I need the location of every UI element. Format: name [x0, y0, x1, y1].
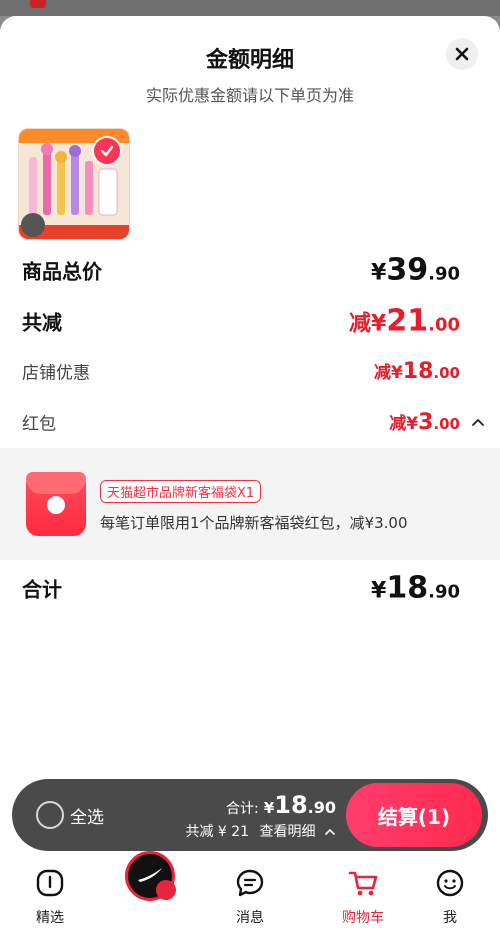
sum-decimal: .90: [428, 581, 460, 603]
profile-icon: [436, 869, 464, 897]
total-price-decimal: .90: [428, 263, 460, 285]
cart-icon: [348, 871, 378, 896]
chevron-up-icon: [325, 828, 335, 835]
bottom-tab-bar: 精选 消息 购物车 我: [0, 851, 500, 931]
tab-live[interactable]: [125, 851, 176, 901]
check-icon: [100, 145, 114, 157]
select-all-checkbox[interactable]: [36, 801, 64, 829]
bar-sum-decimal: .90: [307, 798, 336, 817]
bar-sum-key: 合计:: [226, 801, 259, 817]
sum-amount: ¥18.90: [371, 571, 460, 606]
red-packet-label: 红包: [22, 414, 56, 435]
select-all-label[interactable]: 全选: [70, 803, 104, 828]
bar-reduce-detail[interactable]: 共减 ¥ 21 查看明细: [185, 821, 336, 841]
total-reduce-prefix: 减¥: [349, 311, 387, 337]
view-detail-link[interactable]: 查看明细: [260, 824, 316, 840]
total-reduce-integer: 21: [386, 303, 429, 339]
message-icon: [236, 869, 264, 897]
total-price-integer: 39: [386, 252, 429, 288]
close-icon: [455, 47, 469, 61]
coupon-detail-panel: 天猫超市品牌新客福袋X1 每笔订单限用1个品牌新客福袋红包，减¥3.00: [0, 448, 500, 560]
bar-sum: 合计: ¥18.90: [226, 791, 336, 819]
sheet-subtitle: 实际优惠金额请以下单页为准: [145, 86, 354, 105]
coupon-description: 每笔订单限用1个品牌新客福袋红包，减¥3.00: [100, 514, 408, 532]
total-price-row: 商品总价 ¥39.90: [22, 252, 460, 288]
close-button[interactable]: [446, 38, 478, 70]
store-discount-label: 店铺优惠: [22, 363, 90, 384]
tab-messages[interactable]: 消息: [210, 857, 290, 927]
total-reduce-decimal: .00: [428, 314, 460, 336]
bar-sum-integer: 18: [274, 791, 308, 819]
tab-cart-label: 购物车: [342, 910, 384, 926]
store-discount-decimal: .00: [433, 364, 460, 382]
home-icon: [36, 869, 64, 897]
live-badge: [156, 880, 176, 900]
sum-integer: 18: [386, 570, 429, 606]
dimmed-background: [0, 0, 500, 16]
tab-messages-label: 消息: [236, 910, 264, 926]
checkout-bar: 全选 合计: ¥18.90 共减 ¥ 21 查看明细 结算(1): [12, 779, 488, 851]
red-packet-amount: 减¥3.00: [389, 409, 460, 435]
red-packet-prefix: 减¥: [389, 414, 419, 434]
store-discount-prefix: 减¥: [373, 363, 403, 383]
red-packet-integer: 3: [418, 410, 434, 435]
sum-row: 合计 ¥18.90: [22, 570, 460, 606]
envelope-flap: [26, 472, 86, 494]
tab-featured-label: 精选: [36, 910, 64, 926]
sheet-title: 金额明细: [205, 48, 294, 73]
chevron-up-icon[interactable]: [470, 414, 486, 430]
red-packet-decimal: .00: [433, 415, 460, 433]
store-discount-amount: 减¥18.00: [374, 358, 460, 384]
bar-reduce-text: 共减 ¥ 21: [185, 824, 250, 840]
total-price-label: 商品总价: [22, 259, 102, 284]
tab-featured[interactable]: 精选: [10, 857, 90, 927]
total-price-amount: ¥39.90: [371, 253, 460, 288]
selected-check-icon[interactable]: [92, 136, 122, 166]
red-envelope-icon: [26, 472, 86, 536]
total-reduce-row: 共减 减¥21.00: [22, 303, 460, 339]
bar-sum-currency: ¥: [263, 799, 275, 817]
red-packet-row[interactable]: 红包 减¥3.00: [22, 404, 484, 440]
coupon-tag: 天猫超市品牌新客福袋X1: [100, 480, 262, 503]
total-reduce-amount: 减¥21.00: [349, 304, 460, 339]
store-discount-row: 店铺优惠 减¥18.00: [22, 353, 460, 389]
sum-label: 合计: [22, 577, 62, 602]
total-reduce-label: 共减: [22, 310, 62, 335]
store-discount-integer: 18: [402, 359, 434, 384]
tab-profile[interactable]: 我: [410, 857, 490, 927]
sum-currency: ¥: [371, 578, 387, 604]
checkout-button[interactable]: 结算(1): [346, 783, 482, 847]
tab-cart[interactable]: 购物车: [323, 857, 403, 927]
total-price-currency: ¥: [371, 260, 387, 286]
envelope-seal: [47, 496, 65, 514]
background-app-icon: [30, 0, 46, 8]
tab-profile-label: 我: [443, 910, 457, 926]
